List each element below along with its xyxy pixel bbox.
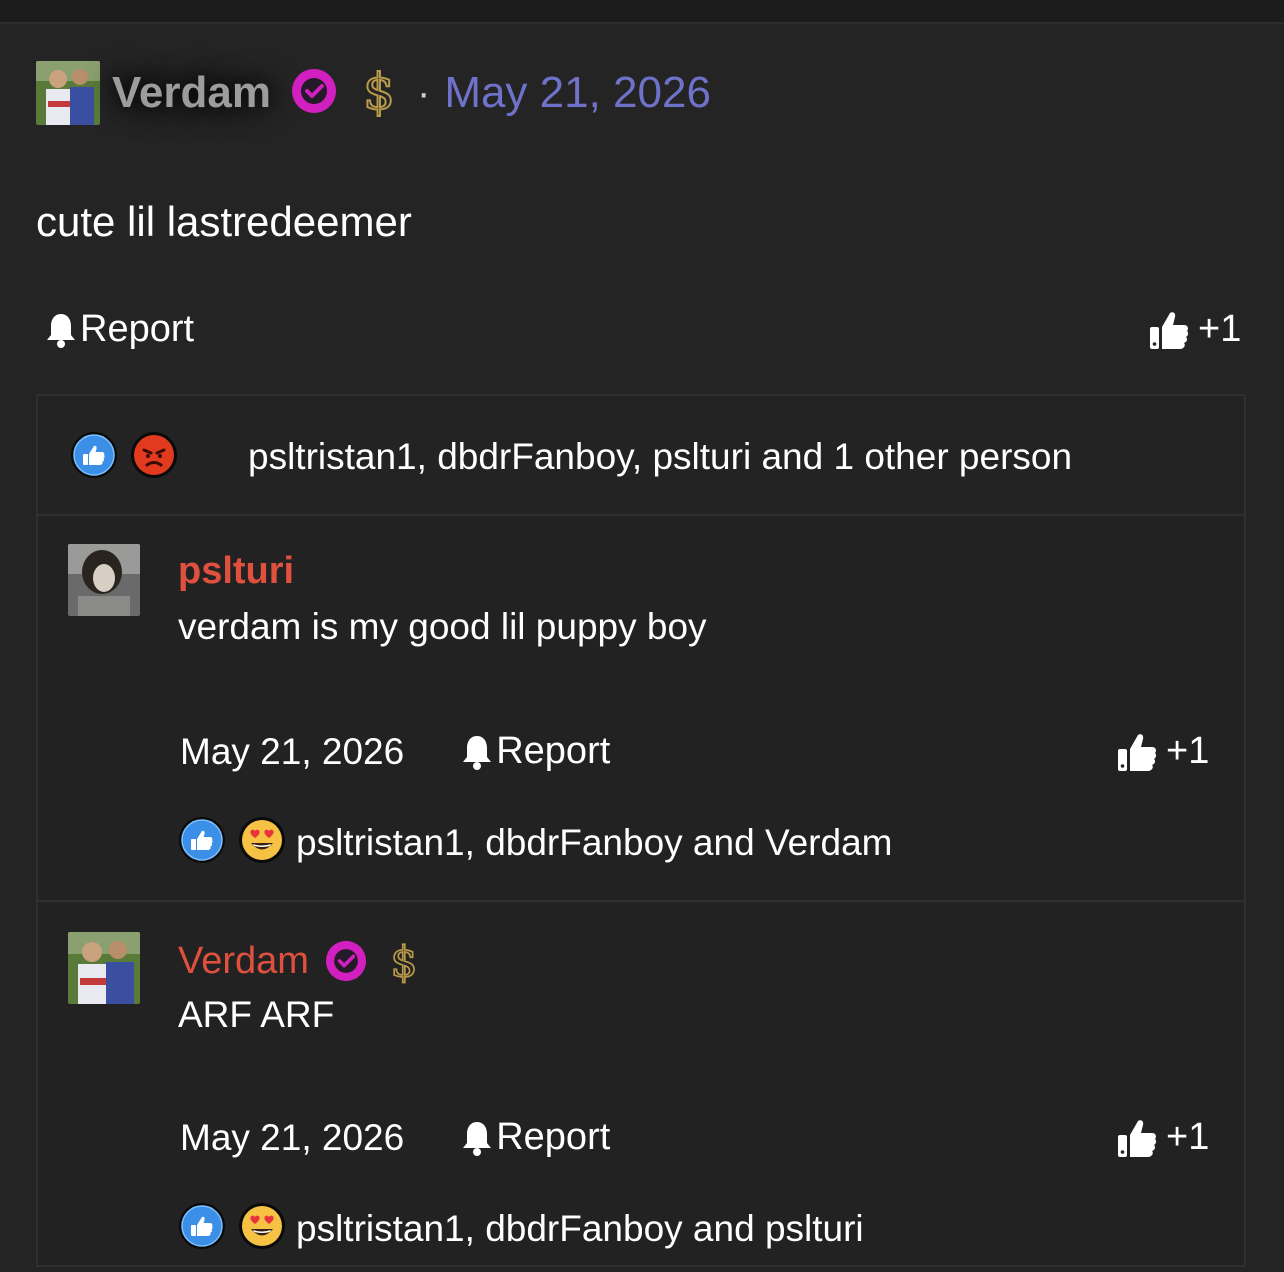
commenter-avatar[interactable] bbox=[68, 932, 140, 1004]
like-icon bbox=[178, 816, 226, 869]
reaction-users[interactable]: psltristan1, dbdrFanboy and Verdam bbox=[296, 822, 892, 864]
comment: pslturi verdam is my good lil puppy boy … bbox=[38, 514, 1244, 902]
bell-icon bbox=[47, 313, 75, 348]
like-count: +1 bbox=[1198, 308, 1242, 350]
verified-badge-icon bbox=[291, 68, 337, 119]
like-icon bbox=[70, 431, 118, 484]
report-label: Report bbox=[80, 308, 195, 350]
like-button[interactable]: +1 bbox=[1116, 1116, 1209, 1159]
post-reactions[interactable]: psltristan1, dbdrFanboy, pslturi and 1 o… bbox=[38, 396, 1244, 516]
commenter-name[interactable]: pslturi bbox=[178, 550, 294, 593]
reactions-comments-panel: psltristan1, dbdrFanboy, pslturi and 1 o… bbox=[36, 394, 1246, 1267]
comment-date-link[interactable]: May 21, 2026 bbox=[180, 1117, 404, 1159]
report-button[interactable]: Report bbox=[44, 308, 194, 351]
verified-badge-icon bbox=[325, 940, 367, 982]
post-header: Verdam $ · May 21, 2026 bbox=[36, 58, 711, 128]
like-button[interactable]: +1 bbox=[1148, 308, 1241, 351]
author-avatar[interactable] bbox=[36, 61, 100, 125]
post-author-name[interactable]: Verdam bbox=[112, 68, 271, 118]
angry-icon bbox=[130, 431, 178, 484]
post-body: cute lil lastredeemer bbox=[36, 198, 412, 245]
post-actions: Report bbox=[44, 308, 194, 351]
reaction-icons bbox=[70, 431, 190, 484]
commenter-name[interactable]: Verdam bbox=[178, 940, 309, 983]
report-button[interactable]: Report bbox=[460, 1116, 610, 1159]
report-button[interactable]: Report bbox=[460, 730, 610, 773]
svg-text:$: $ bbox=[363, 63, 395, 119]
like-count: +1 bbox=[1166, 730, 1210, 772]
thumbs-up-icon bbox=[1118, 733, 1157, 771]
heart-eyes-icon bbox=[238, 816, 286, 869]
bell-icon bbox=[463, 1121, 492, 1156]
comment-actions: May 21, 2026 Report bbox=[180, 1116, 610, 1159]
heart-eyes-icon bbox=[238, 1202, 286, 1255]
comment-actions: May 21, 2026 Report bbox=[180, 730, 610, 773]
comment: Verdam $ ARF ARF May 21, 2026 Report +1 bbox=[38, 902, 1244, 1272]
commenter-avatar[interactable] bbox=[68, 544, 140, 616]
reaction-icons[interactable] bbox=[178, 1202, 298, 1255]
dollar-icon: $ bbox=[359, 62, 399, 124]
report-label: Report bbox=[496, 1116, 611, 1158]
reaction-icons[interactable] bbox=[178, 816, 298, 869]
like-button[interactable]: +1 bbox=[1116, 730, 1209, 773]
reaction-users[interactable]: psltristan1, dbdrFanboy and pslturi bbox=[296, 1208, 864, 1250]
svg-text:$: $ bbox=[390, 938, 417, 986]
like-icon bbox=[178, 1202, 226, 1255]
thumbs-up-icon bbox=[1150, 311, 1189, 349]
dollar-icon: $ bbox=[387, 936, 421, 986]
top-bar bbox=[0, 0, 1284, 24]
like-count: +1 bbox=[1166, 1116, 1210, 1158]
reaction-users[interactable]: psltristan1, dbdrFanboy, pslturi and 1 o… bbox=[248, 436, 1072, 478]
thumbs-up-icon bbox=[1118, 1119, 1157, 1157]
comment-text: ARF ARF bbox=[178, 994, 335, 1035]
commenter-name-row: Verdam $ bbox=[178, 936, 421, 986]
bell-icon bbox=[463, 735, 492, 770]
report-label: Report bbox=[496, 730, 611, 772]
comment-date-link[interactable]: May 21, 2026 bbox=[180, 731, 404, 773]
post-date-link[interactable]: May 21, 2026 bbox=[444, 68, 711, 118]
comment-text: verdam is my good lil puppy boy bbox=[178, 606, 707, 647]
separator: · bbox=[416, 70, 431, 115]
